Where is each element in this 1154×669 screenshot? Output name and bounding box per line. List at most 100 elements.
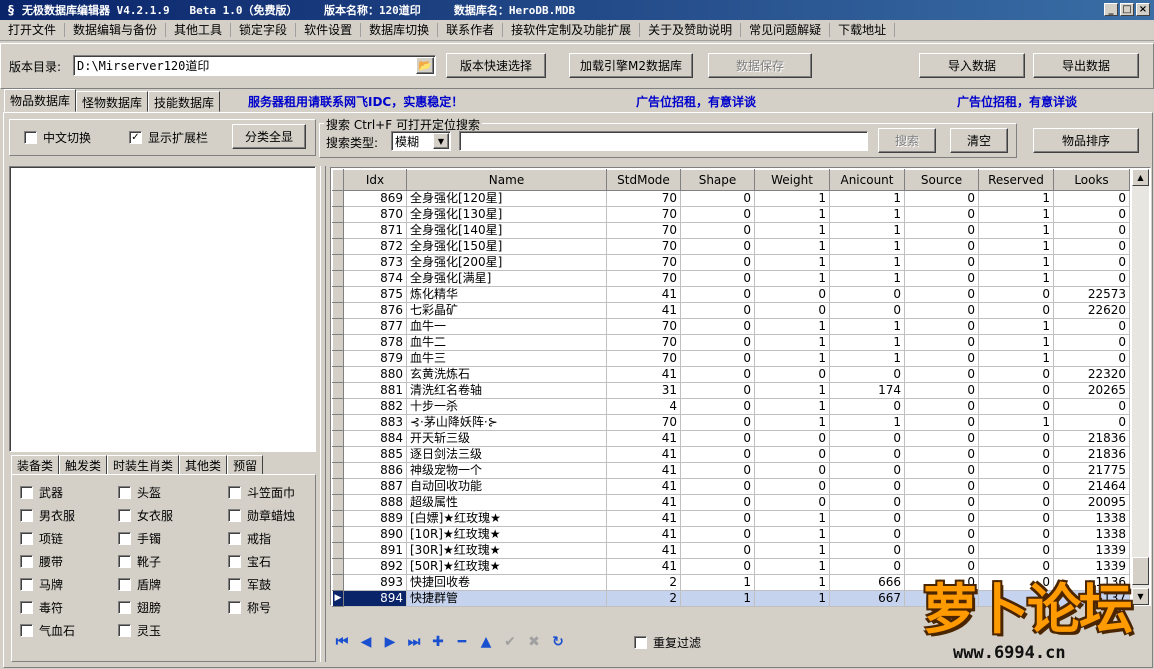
menu-item-8[interactable]: 关于及赞助说明 bbox=[640, 23, 742, 37]
cell-stdmode[interactable]: 41 bbox=[606, 366, 681, 383]
cell-anicount[interactable]: 0 bbox=[829, 302, 905, 319]
table-row[interactable]: 887 自动回收功能 41 0 0 0 0 0 21464 bbox=[332, 478, 1130, 495]
row-indicator[interactable] bbox=[332, 510, 344, 527]
cell-source[interactable]: 0 bbox=[904, 494, 979, 511]
table-row[interactable]: 880 玄黄洗炼石 41 0 0 0 0 0 22320 bbox=[332, 366, 1130, 383]
cell-source[interactable]: 0 bbox=[904, 270, 979, 287]
next-record-icon[interactable]: ▶ bbox=[378, 631, 402, 653]
category-box[interactable] bbox=[228, 486, 241, 499]
category-box[interactable] bbox=[20, 578, 33, 591]
cell-idx[interactable]: 876 bbox=[343, 302, 407, 319]
cell-name[interactable]: 清洗红名卷轴 bbox=[406, 382, 607, 399]
cell-stdmode[interactable]: 70 bbox=[606, 254, 681, 271]
category-checkbox-11[interactable]: 宝石 bbox=[228, 553, 271, 570]
table-row[interactable]: 883 ⊰·茅山降妖阵·⊱ 70 0 1 1 0 1 0 bbox=[332, 414, 1130, 431]
cell-reserved[interactable]: 1 bbox=[978, 190, 1054, 207]
search-button[interactable]: 搜索 bbox=[878, 128, 936, 153]
cell-name[interactable]: 超级属性 bbox=[406, 494, 607, 511]
category-checkbox-18[interactable]: 气血石 bbox=[20, 622, 75, 639]
delete-record-icon[interactable]: ━ bbox=[450, 631, 474, 653]
ad-slot-1[interactable]: 广告位招租，有意详谈 bbox=[636, 93, 756, 110]
cell-idx[interactable]: 888 bbox=[343, 494, 407, 511]
category-checkbox-5[interactable]: 勋章蜡烛 bbox=[228, 507, 295, 524]
cell-stdmode[interactable]: 41 bbox=[606, 510, 681, 527]
cell-idx[interactable]: 879 bbox=[343, 350, 407, 367]
tab-fashion-zodiac[interactable]: 时装生肖类 bbox=[107, 455, 180, 475]
cell-weight[interactable]: 1 bbox=[754, 190, 830, 207]
cell-reserved[interactable]: 0 bbox=[978, 430, 1054, 447]
last-record-icon[interactable]: ⏭ bbox=[402, 631, 426, 653]
category-box[interactable] bbox=[228, 532, 241, 545]
row-indicator[interactable] bbox=[332, 238, 344, 255]
cell-name[interactable]: 七彩晶矿 bbox=[406, 302, 607, 319]
category-checkbox-14[interactable]: 军鼓 bbox=[228, 576, 271, 593]
cell-anicount[interactable]: 1 bbox=[829, 318, 905, 335]
cell-name[interactable]: [30R]★红玫瑰★ bbox=[406, 542, 607, 559]
cell-shape[interactable]: 0 bbox=[680, 462, 755, 479]
cell-stdmode[interactable]: 70 bbox=[606, 318, 681, 335]
maximize-button[interactable]: □ bbox=[1120, 3, 1134, 16]
row-indicator[interactable] bbox=[332, 270, 344, 287]
category-box[interactable] bbox=[20, 624, 33, 637]
cell-stdmode[interactable]: 70 bbox=[606, 190, 681, 207]
cell-name[interactable]: 血牛二 bbox=[406, 334, 607, 351]
category-checkbox-4[interactable]: 女衣服 bbox=[118, 507, 173, 524]
cell-looks[interactable]: 0 bbox=[1053, 414, 1130, 431]
ad-slot-2[interactable]: 广告位招租，有意详谈 bbox=[957, 93, 1077, 110]
cell-weight[interactable]: 1 bbox=[754, 398, 830, 415]
cell-weight[interactable]: 1 bbox=[754, 350, 830, 367]
cell-anicount[interactable]: 0 bbox=[829, 286, 905, 303]
cell-reserved[interactable]: 0 bbox=[978, 526, 1054, 543]
category-box[interactable] bbox=[228, 555, 241, 568]
category-checkbox-2[interactable]: 斗笠面巾 bbox=[228, 484, 295, 501]
category-checkbox-15[interactable]: 毒符 bbox=[20, 599, 63, 616]
cell-looks[interactable]: 21464 bbox=[1053, 478, 1130, 495]
cell-idx[interactable]: 883 bbox=[343, 414, 407, 431]
category-checkbox-1[interactable]: 头盔 bbox=[118, 484, 161, 501]
tab-item-db[interactable]: 物品数据库 bbox=[4, 89, 77, 112]
menu-item-5[interactable]: 数据库切换 bbox=[361, 23, 439, 37]
cell-idx[interactable]: 882 bbox=[343, 398, 407, 415]
cell-looks[interactable]: 0 bbox=[1053, 254, 1130, 271]
first-record-icon[interactable]: ⏮ bbox=[330, 631, 354, 653]
cell-weight[interactable]: 1 bbox=[754, 558, 830, 575]
chevron-down-icon[interactable]: ▼ bbox=[433, 133, 449, 149]
category-box[interactable] bbox=[118, 555, 131, 568]
category-checkbox-17[interactable]: 称号 bbox=[228, 599, 271, 616]
cell-looks[interactable]: 20095 bbox=[1053, 494, 1130, 511]
cell-name[interactable]: 玄黄洗炼石 bbox=[406, 366, 607, 383]
cell-anicount[interactable]: 0 bbox=[829, 494, 905, 511]
cell-weight[interactable]: 1 bbox=[754, 542, 830, 559]
repeat-filter-box[interactable] bbox=[634, 635, 647, 649]
category-checkbox-10[interactable]: 靴子 bbox=[118, 553, 161, 570]
row-indicator[interactable] bbox=[332, 414, 344, 431]
edit-record-icon[interactable]: ▲ bbox=[474, 631, 498, 653]
cell-source[interactable]: 0 bbox=[904, 318, 979, 335]
table-row[interactable]: 873 全身强化[200星] 70 0 1 1 0 1 0 bbox=[332, 254, 1130, 271]
cell-reserved[interactable]: 1 bbox=[978, 206, 1054, 223]
cell-source[interactable]: 0 bbox=[904, 366, 979, 383]
cell-idx[interactable]: 880 bbox=[343, 366, 407, 383]
row-indicator[interactable] bbox=[332, 254, 344, 271]
cell-weight[interactable]: 1 bbox=[754, 526, 830, 543]
menu-item-9[interactable]: 常见问题解疑 bbox=[741, 23, 831, 37]
table-row[interactable]: 875 炼化精华 41 0 0 0 0 0 22573 bbox=[332, 286, 1130, 303]
cell-stdmode[interactable]: 70 bbox=[606, 270, 681, 287]
cell-stdmode[interactable]: 70 bbox=[606, 350, 681, 367]
cell-shape[interactable]: 0 bbox=[680, 206, 755, 223]
menu-item-1[interactable]: 数据编辑与备份 bbox=[65, 23, 167, 37]
item-data-grid[interactable]: Idx Name StdMode Shape Weight Anicount Source R… bbox=[330, 167, 1151, 607]
tab-trigger[interactable]: 触发类 bbox=[59, 455, 108, 475]
cell-idx[interactable]: 871 bbox=[343, 222, 407, 239]
cell-weight[interactable]: 1 bbox=[754, 254, 830, 271]
cell-name[interactable]: 血牛一 bbox=[406, 318, 607, 335]
cell-idx[interactable]: 890 bbox=[343, 526, 407, 543]
cell-stdmode[interactable]: 70 bbox=[606, 414, 681, 431]
table-row[interactable]: 889 [白嫖]★红玫瑰★ 41 0 1 0 0 0 1338 bbox=[332, 510, 1130, 527]
column-header-name[interactable]: Name bbox=[406, 169, 607, 191]
cell-looks[interactable]: 22320 bbox=[1053, 366, 1130, 383]
save-data-button[interactable]: 数据保存 bbox=[708, 53, 812, 78]
category-box[interactable] bbox=[118, 601, 131, 614]
category-checkbox-3[interactable]: 男衣服 bbox=[20, 507, 75, 524]
cell-source[interactable]: 0 bbox=[904, 350, 979, 367]
